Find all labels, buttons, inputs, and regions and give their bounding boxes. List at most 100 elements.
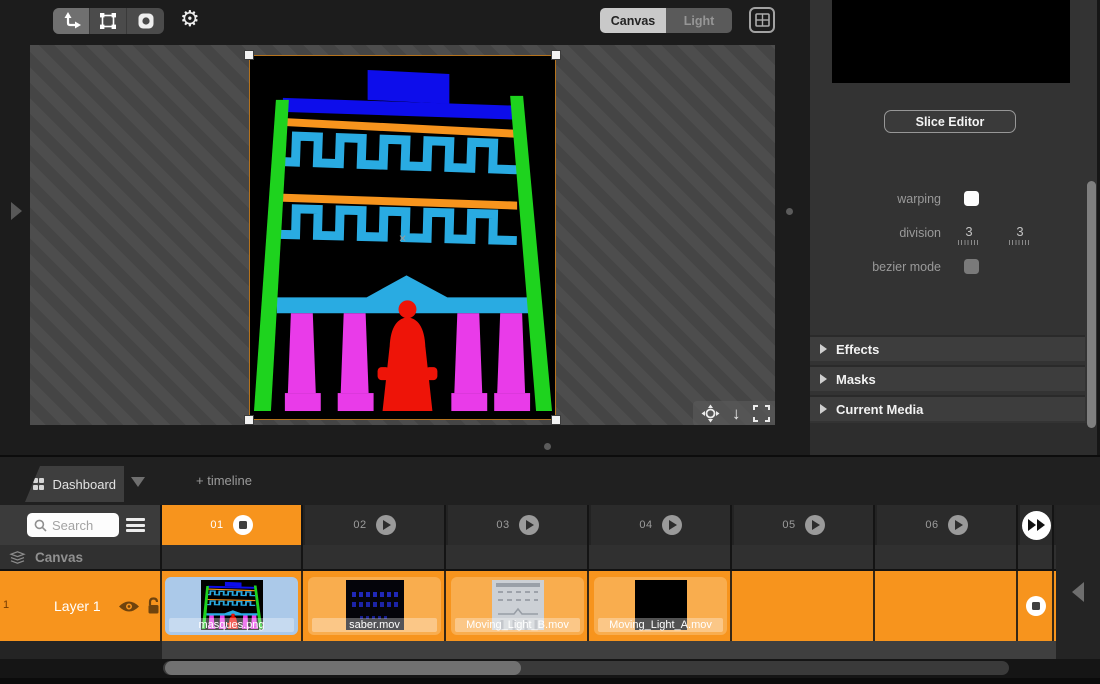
media-cell-caption: saber.mov — [312, 618, 437, 632]
section-current-media[interactable]: Current Media — [810, 395, 1085, 421]
panel-scrollbar[interactable] — [1087, 181, 1096, 428]
arrow-down-icon[interactable]: ↓ — [732, 404, 741, 423]
collapse-bottom-panel-arrow-icon[interactable] — [1072, 582, 1084, 602]
tab-dashboard[interactable]: Dashboard — [25, 466, 124, 502]
move-arrows-icon — [64, 12, 81, 29]
scene-column-04[interactable]: 04 — [591, 505, 732, 545]
selection-handle-bottom-right[interactable] — [551, 415, 561, 425]
fit-fullscreen-icon[interactable] — [752, 405, 770, 422]
scene-column-05[interactable]: 05 — [734, 505, 875, 545]
selected-media-surface[interactable]: × — [249, 55, 556, 420]
search-input[interactable] — [52, 517, 110, 533]
move-transform-tool[interactable] — [53, 8, 90, 34]
section-label: Masks — [836, 371, 876, 387]
scene-number: 01 — [210, 519, 224, 531]
scene-number: 06 — [925, 519, 939, 531]
layer-cell-col-empty[interactable] — [877, 571, 1018, 641]
left-panel-strip — [0, 0, 30, 455]
canvas-output-row[interactable]: Canvas — [0, 545, 1056, 571]
slice-editor-button[interactable]: Slice Editor — [884, 110, 1016, 133]
tab-dashboard-label: Dashboard — [52, 476, 117, 492]
canvas-row-header: Canvas — [0, 545, 162, 569]
layer-row-header[interactable]: 1 Layer 1 — [0, 571, 162, 641]
horizontal-scrollbar-track[interactable] — [163, 661, 1009, 675]
scene-play-button[interactable] — [661, 515, 682, 535]
selection-handle-top-left[interactable] — [244, 50, 254, 60]
app-window: ⚙ Canvas Light × ↓ Slice Editor warping … — [0, 0, 1100, 684]
media-cell-moving-light-a[interactable]: Moving_Light_A.mov — [594, 577, 727, 635]
bottom-panel-resize-handle[interactable] — [544, 443, 551, 450]
media-search-block — [0, 505, 162, 545]
fast-forward-icon — [1027, 519, 1036, 531]
scene-column-06[interactable]: 06 — [877, 505, 1018, 545]
layer-cell-col: saber.mov — [305, 571, 446, 641]
layer-unlocked-icon[interactable] — [146, 597, 161, 615]
settings-gear-icon[interactable]: ⚙ — [180, 6, 200, 32]
tool-group — [53, 8, 164, 34]
rounded-mask-icon — [138, 13, 153, 29]
scene-play-button[interactable] — [804, 515, 825, 535]
window-bottom-edge — [0, 678, 1100, 684]
division-y-ticks — [1009, 240, 1031, 245]
media-cell-caption: masques.png — [169, 618, 294, 632]
scene-column-03[interactable]: 03 — [448, 505, 589, 545]
warping-checkbox[interactable] — [964, 191, 979, 206]
quad-warp-tool[interactable] — [90, 8, 127, 34]
canvas-cell — [877, 545, 1018, 569]
panel-footer — [810, 423, 1100, 455]
layer-cell-col-empty[interactable] — [734, 571, 875, 641]
scene-stop-button[interactable] — [232, 515, 253, 535]
expand-left-panel-arrow-icon[interactable] — [11, 202, 22, 220]
media-cell-masques[interactable]: masques.png — [165, 577, 298, 635]
division-x-stepper[interactable]: 3 — [958, 224, 980, 245]
scene-number: 04 — [639, 519, 653, 531]
layer-stop-button[interactable] — [1026, 596, 1046, 616]
layer-1-row: 1 Layer 1 masques.png saber.mov Moving_L… — [0, 571, 1056, 641]
scene-play-button[interactable] — [375, 515, 396, 535]
collapsed-arrow-icon — [820, 344, 827, 354]
grid-2x2-icon — [754, 13, 770, 27]
layer-visibility-eye-icon[interactable] — [118, 599, 140, 614]
view-mode-light[interactable]: Light — [666, 8, 732, 33]
list-menu-icon[interactable] — [126, 518, 145, 532]
selection-handle-bottom-left[interactable] — [244, 415, 254, 425]
scene-column-02[interactable]: 02 — [305, 505, 446, 545]
layer-stop-col — [1020, 571, 1054, 641]
canvas-cell — [734, 545, 875, 569]
right-panel-resize-handle[interactable] — [786, 208, 793, 215]
fast-forward-button[interactable] — [1021, 510, 1051, 540]
scene-header-row: 01 02 03 04 05 06 — [0, 505, 1100, 545]
play-icon — [668, 520, 677, 530]
center-view-icon[interactable] — [701, 404, 720, 423]
horizontal-scrollbar-thumb[interactable] — [165, 661, 521, 675]
properties-panel: Slice Editor warping division 3 3 bezier… — [810, 0, 1100, 455]
skip-column — [1020, 505, 1054, 545]
scene-number: 05 — [782, 519, 796, 531]
media-cell-saber[interactable]: saber.mov — [308, 577, 441, 635]
canvas-row-label: Canvas — [35, 549, 84, 565]
canvas-cell — [162, 545, 303, 569]
output-mask-tool[interactable] — [127, 8, 164, 34]
viewport-overlay-controls: ↓ — [693, 401, 775, 425]
section-masks[interactable]: Masks — [810, 365, 1085, 391]
scene-play-button[interactable] — [947, 515, 968, 535]
add-timeline-button[interactable]: + timeline — [196, 473, 252, 488]
media-center-marker[interactable]: × — [399, 230, 407, 245]
warping-label: warping — [897, 192, 941, 206]
section-effects[interactable]: Effects — [810, 335, 1085, 361]
layer-name: Layer 1 — [54, 598, 101, 614]
tab-options-dropdown-icon[interactable] — [131, 477, 145, 487]
division-label: division — [899, 226, 941, 240]
view-mode-canvas[interactable]: Canvas — [600, 8, 666, 33]
scene-number: 02 — [353, 519, 367, 531]
section-label: Current Media — [836, 401, 924, 417]
division-y-value: 3 — [1016, 224, 1024, 239]
media-cell-moving-light-b[interactable]: Moving_Light_B.mov — [451, 577, 584, 635]
canvas-viewport[interactable]: × ↓ — [30, 45, 775, 425]
selection-handle-top-right[interactable] — [551, 50, 561, 60]
bezier-mode-checkbox[interactable] — [964, 259, 979, 274]
division-y-stepper[interactable]: 3 — [1009, 224, 1031, 245]
layout-grid-button[interactable] — [749, 7, 775, 33]
scene-play-button[interactable] — [518, 515, 539, 535]
scene-column-01[interactable]: 01 — [162, 505, 303, 545]
